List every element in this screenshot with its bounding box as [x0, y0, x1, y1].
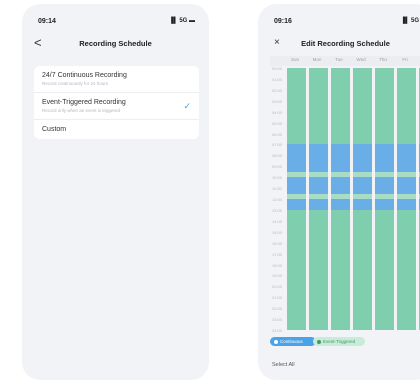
option-label: 24/7 Continuous Recording: [42, 72, 127, 79]
signal-icon: ▐▌ 5G ▬: [169, 18, 195, 24]
schedule-band: [309, 193, 328, 199]
schedule-band: [375, 171, 394, 178]
time-label: 14:00: [272, 218, 283, 224]
day-label: Sun: [290, 57, 299, 62]
time-label: 04:00: [272, 109, 283, 115]
phone-edit-schedule: 09:16 ▐▌ 5G × Edit Recording Schedule Su…: [258, 4, 420, 380]
option-desc: Record continuously for 24 hours: [42, 81, 109, 86]
time-label: 13:00: [272, 207, 283, 213]
time-label: 17:00: [272, 251, 283, 257]
time-label: 22:00: [272, 306, 283, 312]
time-label: 06:00: [272, 131, 283, 137]
time-label: 16:00: [272, 240, 283, 246]
status-bar: 09:16 ▐▌ 5G: [274, 18, 419, 28]
continuous-block: [287, 144, 306, 210]
day-column[interactable]: [309, 68, 328, 330]
legend-event-label: Event-Triggered: [323, 339, 356, 344]
legend-event-chip[interactable]: Event-Triggered: [313, 337, 365, 346]
time-label: 01:00: [272, 76, 283, 82]
continuous-block: [309, 144, 328, 210]
day-column[interactable]: [331, 68, 350, 330]
continuous-block: [375, 144, 394, 210]
signal-icon: ▐▌ 5G: [400, 18, 419, 24]
dot-icon: [274, 339, 278, 344]
continuous-block: [353, 144, 372, 210]
time-label: 05:00: [272, 120, 283, 126]
day-label: Mon: [312, 57, 322, 62]
day-label: Fri: [402, 57, 408, 62]
day-column[interactable]: [375, 68, 394, 330]
select-all-button[interactable]: Select All: [272, 362, 295, 368]
time-label: 15:00: [272, 229, 283, 235]
day-column[interactable]: [397, 68, 416, 330]
day-labels: SunMonTueWedThuFriSat: [285, 57, 420, 66]
header: < Recording Schedule: [22, 34, 209, 54]
legend-continuous-label: Continuous: [280, 339, 303, 344]
time-label: 20:00: [272, 284, 283, 290]
status-time: 09:14: [38, 18, 56, 25]
day-column[interactable]: [287, 68, 306, 330]
time-label: 03:00: [272, 98, 283, 104]
day-column[interactable]: [353, 68, 372, 330]
time-label: 23:00: [272, 317, 283, 323]
option-desc: Record only when an event is triggered: [42, 108, 121, 113]
schedule-band: [287, 171, 306, 178]
option-label: Custom: [42, 126, 67, 133]
schedule-band: [397, 171, 416, 178]
time-label: 09:00: [272, 164, 283, 170]
time-label: 02:00: [272, 87, 283, 93]
day-label: Wed: [356, 57, 366, 62]
time-label: 12:00: [272, 197, 283, 202]
schedule-band: [375, 193, 394, 199]
option-custom[interactable]: Custom: [34, 120, 199, 139]
time-label: 00:00: [272, 66, 283, 71]
time-label: 11:00: [272, 186, 282, 192]
page-title: Recording Schedule: [79, 39, 152, 48]
page-title: Edit Recording Schedule: [301, 39, 390, 48]
time-label: 24:00: [272, 328, 283, 333]
option-continuous[interactable]: 24/7 Continuous Recording Record continu…: [34, 66, 199, 93]
option-event-triggered[interactable]: Event-Triggered Recording Record only wh…: [34, 93, 199, 120]
check-icon: ✓: [183, 101, 191, 111]
schedule-band: [287, 193, 306, 199]
schedule-grid[interactable]: [287, 68, 420, 330]
schedule-band: [309, 171, 328, 178]
time-label: 08:00: [272, 153, 283, 159]
day-label: Tue: [335, 57, 343, 62]
header: × Edit Recording Schedule: [258, 34, 420, 54]
options-card: 24/7 Continuous Recording Record continu…: [34, 66, 199, 139]
time-label: 21:00: [272, 295, 283, 301]
schedule-band: [331, 171, 350, 178]
dot-icon: [317, 339, 321, 344]
schedule-band: [397, 193, 416, 199]
status-bar: 09:14 ▐▌ 5G ▬: [38, 18, 195, 28]
schedule-band: [331, 193, 350, 199]
legend-continuous-chip[interactable]: Continuous: [270, 337, 316, 346]
status-time: 09:16: [274, 18, 292, 25]
continuous-block: [397, 144, 416, 210]
day-label: Thu: [379, 57, 387, 62]
phone-recording-schedule: 09:14 ▐▌ 5G ▬ < Recording Schedule 24/7 …: [22, 4, 209, 380]
time-label: 19:00: [272, 273, 283, 279]
time-label: 10:00: [272, 175, 283, 181]
time-label: 18:00: [272, 262, 283, 268]
continuous-block: [331, 144, 350, 210]
option-label: Event-Triggered Recording: [42, 99, 126, 106]
schedule-band: [353, 171, 372, 178]
time-label: 07:00: [272, 142, 283, 148]
schedule-band: [353, 193, 372, 199]
